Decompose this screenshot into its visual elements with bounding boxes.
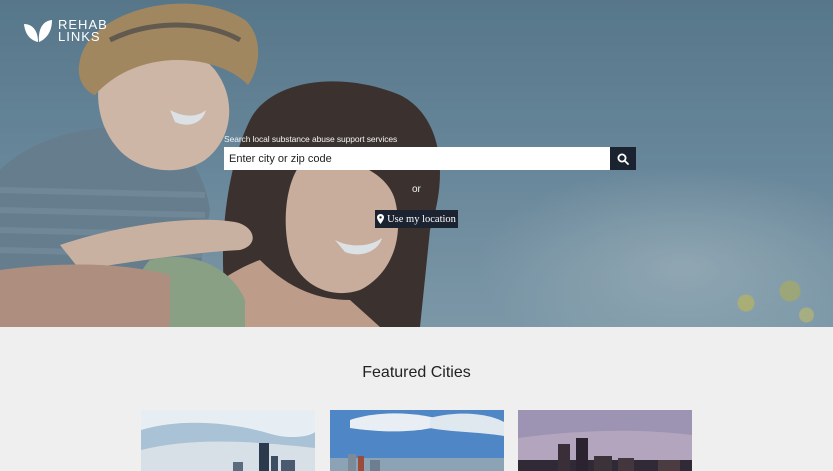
use-my-location-label: Use my location [387,213,456,225]
hero-banner: REHAB LINKS Search local substance abuse… [0,0,833,327]
use-my-location-button[interactable]: Use my location [375,210,458,228]
brand-line-2: LINKS [58,29,101,44]
featured-cities-heading: Featured Cities [362,364,471,381]
city-skyline-image [518,410,692,471]
or-separator: or [412,184,421,195]
city-card[interactable] [518,410,692,471]
search-button[interactable] [610,147,636,170]
city-zip-input[interactable] [224,147,610,170]
city-skyline-image [141,410,315,471]
city-card[interactable] [330,410,504,471]
city-card[interactable] [141,410,315,471]
site-logo[interactable]: REHAB LINKS [22,18,108,44]
map-pin-icon [377,214,385,224]
leaf-logo-icon [24,20,52,42]
search-icon [617,153,629,165]
search-label: Search local substance abuse support ser… [224,134,398,144]
search-form: Search local substance abuse support ser… [224,134,636,170]
city-skyline-image [330,410,504,471]
